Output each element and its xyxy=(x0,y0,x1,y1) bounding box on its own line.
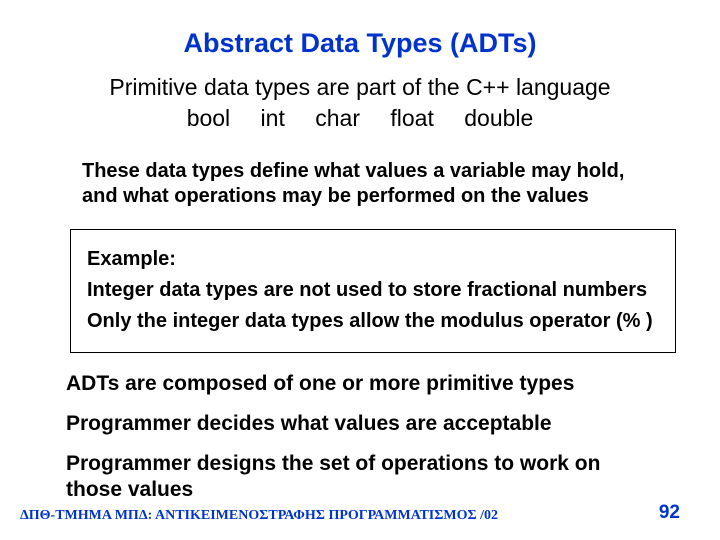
subtitle-line1: Primitive data types are part of the C++… xyxy=(109,74,610,100)
slide-title: Abstract Data Types (ADTs) xyxy=(0,0,720,59)
slide: Abstract Data Types (ADTs) Primitive dat… xyxy=(0,0,720,540)
example-line1: Integer data types are not used to store… xyxy=(87,276,659,304)
example-box: Example: Integer data types are not used… xyxy=(70,229,676,353)
body-line1: ADTs are composed of one or more primiti… xyxy=(66,371,662,397)
example-heading: Example: xyxy=(87,245,659,273)
body-line2: Programmer decides what values are accep… xyxy=(66,411,662,437)
explain-paragraph: These data types define what values a va… xyxy=(82,159,650,209)
footer-left: ΔΠΘ-ΤΜΗΜΑ ΜΠΔ: ΑΝΤΙΚΕΙΜΕΝΟΣΤΡΑΦΗΣ ΠΡΟΓΡΑ… xyxy=(20,508,498,524)
primitive-keywords: bool int char float double xyxy=(187,104,534,133)
page-number: 92 xyxy=(659,502,680,524)
body-line3: Programmer designs the set of operations… xyxy=(66,451,662,504)
subtitle-block: Primitive data types are part of the C++… xyxy=(0,73,720,133)
example-line2: Only the integer data types allow the mo… xyxy=(87,307,659,335)
